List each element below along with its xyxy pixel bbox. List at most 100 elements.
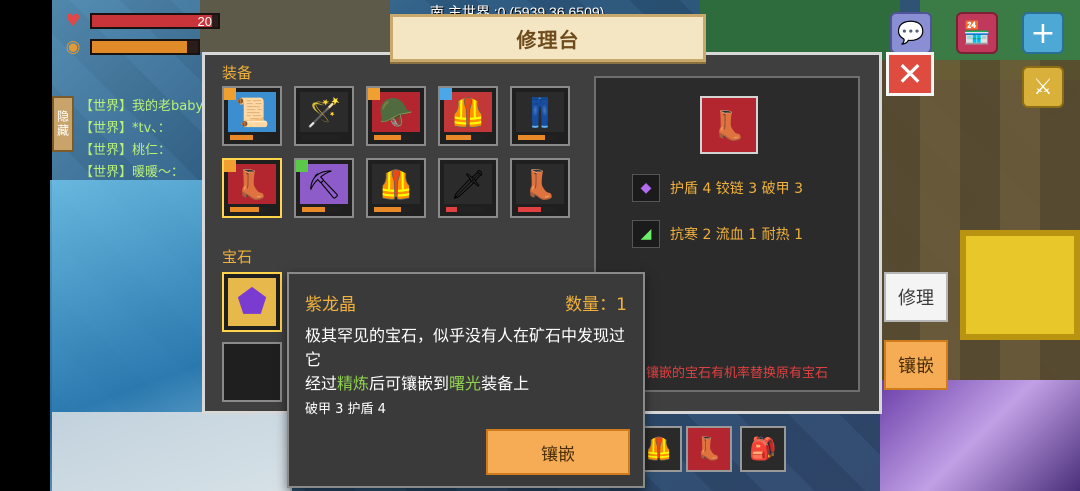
gold-boots-icon: 👢 xyxy=(516,164,564,204)
hotbar-slot[interactable]: 👢 xyxy=(686,426,732,472)
gems-section-label: 宝石 xyxy=(222,248,253,266)
hunger-bar: ◉ xyxy=(62,38,200,56)
durability-fill xyxy=(374,207,401,212)
durability-bar xyxy=(374,207,412,212)
desc-highlight-refine: 精炼 xyxy=(337,374,370,393)
chat-bubble-icon: 💬 xyxy=(897,20,925,46)
gem-slot-empty[interactable] xyxy=(222,342,282,402)
attribute-row-1: ◆ 护盾 4 铰链 3 破甲 3 xyxy=(632,174,803,202)
crossed-swords-icon: ⚔ xyxy=(1033,74,1053,100)
health-bar: ♥ 20 xyxy=(62,12,220,30)
equipment-slot[interactable]: 👢 xyxy=(222,158,282,218)
durability-fill xyxy=(230,135,253,140)
tier-marker xyxy=(224,160,236,172)
backpack-icon: 🎒 xyxy=(749,436,777,462)
durability-bar xyxy=(446,135,484,140)
hunger-icon: ◉ xyxy=(65,36,81,57)
durability-fill xyxy=(518,135,545,140)
durability-bar xyxy=(302,207,340,212)
equipment-slot[interactable]: 👖 xyxy=(510,86,570,146)
hotbar-slot[interactable]: 🎒 xyxy=(740,426,786,472)
staff-icon: 🗡 xyxy=(444,164,492,204)
boots-icon: 👢 xyxy=(695,436,723,462)
health-bar-track: 20 xyxy=(90,13,220,29)
chat-hide-button[interactable]: 隐藏 xyxy=(52,96,74,152)
chat-line: 【世界】桃仁： xyxy=(80,143,172,158)
attribute-text: 护盾 4 铰链 3 破甲 3 xyxy=(670,181,803,197)
equipment-slot[interactable]: 🦺 xyxy=(366,158,426,218)
durability-fill xyxy=(446,135,471,140)
repair-button[interactable]: 修理 xyxy=(884,272,948,322)
chat-line: 【世界】*tv、： xyxy=(80,121,171,136)
purple-block-area xyxy=(880,380,1080,491)
durability-fill xyxy=(302,207,325,212)
equipment-slot[interactable]: 🪖 xyxy=(366,86,426,146)
inlay-side-button[interactable]: 镶嵌 xyxy=(884,340,948,390)
inlay-button[interactable]: 镶嵌 xyxy=(486,429,630,475)
durability-fill xyxy=(518,207,541,212)
desc-line-1: 极其罕见的宝石，似乎没有人在矿石中发现过它 xyxy=(305,326,626,369)
equipment-slot[interactable]: 🦺 xyxy=(438,86,498,146)
durability-fill xyxy=(446,207,458,212)
equipment-slot[interactable]: 📜 xyxy=(222,86,282,146)
add-button[interactable]: + xyxy=(1022,12,1064,54)
equipment-slot[interactable]: 👢 xyxy=(510,158,570,218)
desc-line-2: 经过精炼后可镶嵌到曙光装备上 xyxy=(305,372,635,396)
chat-line: 【世界】我的老baby xyxy=(80,99,204,114)
durability-bar xyxy=(230,135,268,140)
hunger-bar-track xyxy=(90,39,200,55)
equipment-slot[interactable]: ⛏ xyxy=(294,158,354,218)
left-black-edge xyxy=(0,0,52,491)
shop-icon: 🏪 xyxy=(963,20,991,46)
attribute-row-2: ◢ 抗寒 2 流血 1 耐热 1 xyxy=(632,220,803,248)
equipment-slot[interactable]: 🗡 xyxy=(438,158,498,218)
battle-button[interactable]: ⚔ xyxy=(1022,66,1064,108)
preview-slot: 👢 xyxy=(700,96,758,154)
equipment-section-label: 装备 xyxy=(222,64,253,82)
gem-slot-selected[interactable]: ⬟ xyxy=(222,272,282,332)
durability-bar xyxy=(446,207,484,212)
desc-text: 装备上 xyxy=(481,374,530,393)
panel-title-plate: 修理台 xyxy=(390,14,706,62)
durability-bar xyxy=(302,135,340,140)
equipment-slot[interactable]: 🪄 xyxy=(294,86,354,146)
chestplate-icon: 🦺 xyxy=(645,436,673,462)
chat-line: 【世界】暖暖～： xyxy=(80,165,185,180)
gem-description: 极其罕见的宝石，似乎没有人在矿石中发现过它 经过精炼后可镶嵌到曙光装备上 xyxy=(305,324,635,396)
desc-highlight-dawn: 曙光 xyxy=(449,374,482,393)
tier-marker xyxy=(224,88,236,100)
stone-block-area xyxy=(200,0,390,52)
panel-title: 修理台 xyxy=(516,27,580,52)
purple-gem-icon: ◆ xyxy=(632,174,660,202)
durability-bar xyxy=(518,207,556,212)
durability-bar xyxy=(374,135,412,140)
desc-text: 后可镶嵌到 xyxy=(369,374,450,393)
gold-chestplate-icon: 🦺 xyxy=(372,164,420,204)
gem-tooltip: 紫龙晶 数量：1 极其罕见的宝石，似乎没有人在矿石中发现过它 经过精炼后可镶嵌到… xyxy=(287,272,645,488)
health-value: 20 xyxy=(197,14,212,29)
hunger-bar-fill xyxy=(92,41,188,53)
close-icon: ✕ xyxy=(896,55,924,93)
snow-block-area xyxy=(52,412,292,491)
rod-icon: 🪄 xyxy=(300,92,348,132)
tier-marker xyxy=(368,88,380,100)
durability-bar xyxy=(518,135,556,140)
green-gem-icon: ◢ xyxy=(632,220,660,248)
chat-button[interactable]: 💬 xyxy=(890,12,932,54)
heart-icon: ♥ xyxy=(65,10,81,31)
plus-icon: + xyxy=(1030,15,1056,51)
chat-log: 【世界】我的老baby 【世界】*tv、： 【世界】桃仁： 【世界】暖暖～： xyxy=(80,96,210,184)
durability-bar xyxy=(230,207,268,212)
grass-block-area xyxy=(700,0,900,60)
gem-name: 紫龙晶 xyxy=(305,295,356,315)
boots-icon: 👢 xyxy=(711,108,747,142)
tier-marker xyxy=(440,88,452,100)
shop-button[interactable]: 🏪 xyxy=(956,12,998,54)
attribute-text: 抗寒 2 流血 1 耐热 1 xyxy=(670,227,803,243)
leggings-icon: 👖 xyxy=(516,92,564,132)
gem-stats: 破甲 3 护盾 4 xyxy=(305,402,386,417)
inlay-warning: 镶嵌的宝石有机率替换原有宝石 xyxy=(646,366,829,381)
health-bar-fill xyxy=(92,15,212,27)
gem-quantity: 数量：1 xyxy=(565,295,627,315)
close-button[interactable]: ✕ xyxy=(886,52,934,96)
